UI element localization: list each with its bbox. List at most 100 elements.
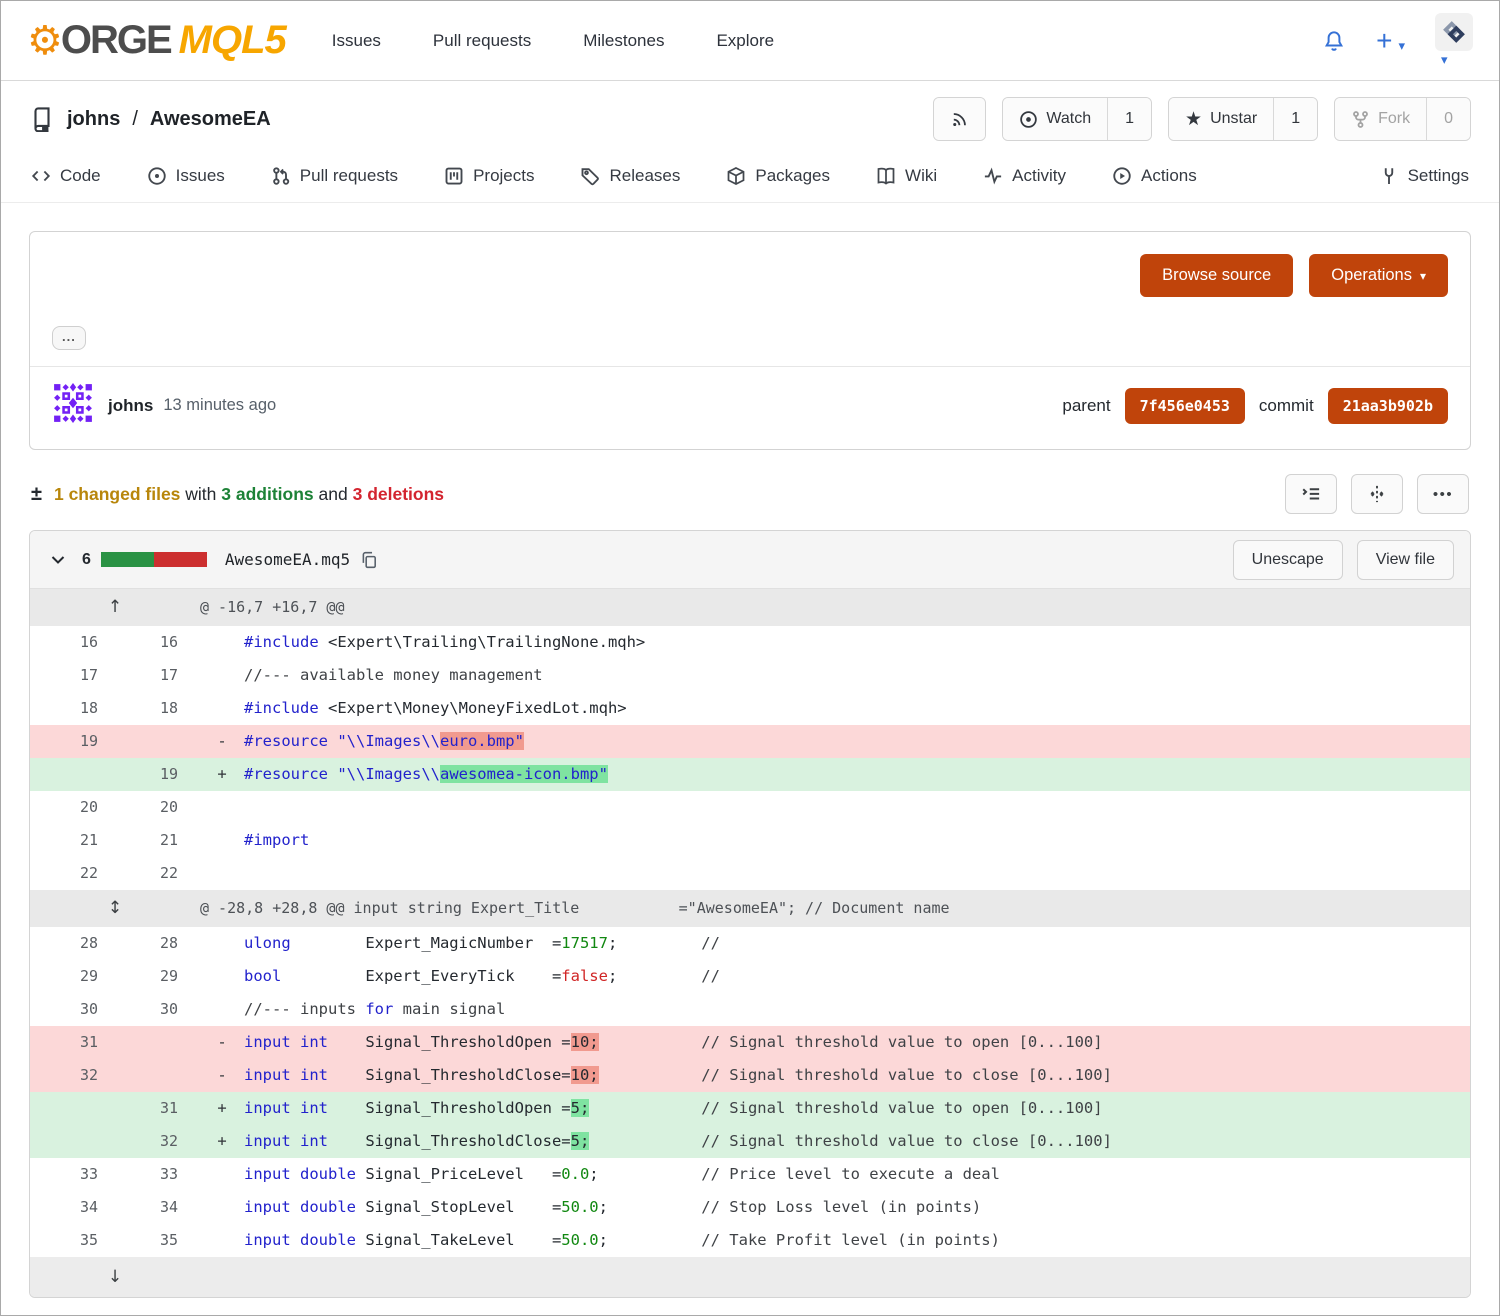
tab-packages[interactable]: Packages (726, 166, 830, 186)
operations-button[interactable]: Operations ▾ (1309, 254, 1448, 297)
new-line-number[interactable]: 30 (114, 993, 200, 1026)
file-tree-icon (1301, 484, 1321, 504)
star-count[interactable]: 1 (1273, 98, 1317, 140)
diff-marker: - (200, 1059, 244, 1092)
unescape-button[interactable]: Unescape (1233, 540, 1343, 580)
new-line-number[interactable]: 34 (114, 1191, 200, 1224)
old-line-number[interactable]: 31 (30, 1026, 114, 1059)
user-menu[interactable]: ▾ (1435, 13, 1473, 69)
author-avatar[interactable] (52, 382, 94, 429)
expand-commit-message-button[interactable]: ... (52, 326, 86, 350)
new-line-number[interactable]: 28 (114, 927, 200, 960)
collapse-file-button[interactable] (46, 548, 70, 572)
nav-link-pull-requests[interactable]: Pull requests (433, 31, 531, 51)
new-line-number[interactable] (114, 1059, 200, 1092)
old-line-number[interactable]: 33 (30, 1158, 114, 1191)
view-file-button[interactable]: View file (1357, 540, 1454, 580)
repo-name-link[interactable]: AwesomeEA (150, 108, 271, 131)
old-line-number[interactable] (30, 1092, 114, 1125)
tab-settings[interactable]: Settings (1379, 166, 1469, 186)
commit-author-name[interactable]: johns (108, 396, 153, 416)
repo-book-icon (29, 106, 55, 132)
copy-file-path-button[interactable] (360, 551, 378, 569)
diff-marker (200, 857, 244, 890)
old-line-number[interactable] (30, 758, 114, 791)
new-line-number[interactable] (114, 725, 200, 758)
old-line-number[interactable]: 17 (30, 659, 114, 692)
new-line-number[interactable]: 16 (114, 626, 200, 659)
split-view-button[interactable] (1351, 474, 1403, 514)
old-line-number[interactable]: 28 (30, 927, 114, 960)
diff-line-row: 2828ulong Expert_MagicNumber =17517; // (30, 927, 1470, 960)
old-line-number[interactable]: 20 (30, 791, 114, 824)
nav-link-issues[interactable]: Issues (332, 31, 381, 51)
tab-projects[interactable]: Projects (444, 166, 534, 186)
tab-wiki[interactable]: Wiki (876, 166, 937, 186)
old-line-number[interactable]: 30 (30, 993, 114, 1026)
repo-owner-link[interactable]: johns (67, 108, 120, 131)
new-line-number[interactable]: 22 (114, 857, 200, 890)
unstar-button[interactable]: ★ Unstar (1169, 98, 1273, 140)
ellipsis-icon: ••• (1433, 486, 1453, 503)
new-line-number[interactable]: 17 (114, 659, 200, 692)
old-line-number[interactable]: 18 (30, 692, 114, 725)
code-line: bool Expert_EveryTick =false; // (244, 960, 1470, 993)
diff-file-name[interactable]: AwesomeEA.mq5 (225, 550, 350, 569)
tab-issues[interactable]: Issues (147, 166, 225, 186)
chevron-down-icon: ▾ (1420, 269, 1426, 283)
old-line-number[interactable]: 22 (30, 857, 114, 890)
new-line-number[interactable]: 31 (114, 1092, 200, 1125)
watch-count[interactable]: 1 (1107, 98, 1151, 140)
old-line-number[interactable]: 34 (30, 1191, 114, 1224)
diff-line-row: 2121#import (30, 824, 1470, 857)
diff-line-row: 3434input double Signal_StopLevel =50.0;… (30, 1191, 1470, 1224)
file-diff-box: 6 AwesomeEA.mq5 Unescape View file ↑@ -1… (29, 530, 1471, 1298)
new-line-number[interactable]: 18 (114, 692, 200, 725)
expand-down-button[interactable]: ↓ (30, 1257, 200, 1297)
repo-separator: / (132, 108, 138, 131)
browse-source-button[interactable]: Browse source (1140, 254, 1293, 297)
fork-button[interactable]: Fork (1335, 98, 1426, 140)
tab-pull-requests[interactable]: Pull requests (271, 166, 398, 186)
tag-icon (580, 166, 600, 186)
fork-count[interactable]: 0 (1426, 98, 1470, 140)
old-line-number[interactable]: 19 (30, 725, 114, 758)
tab-releases[interactable]: Releases (580, 166, 680, 186)
notifications-bell-icon[interactable] (1322, 29, 1346, 53)
new-line-number[interactable]: 33 (114, 1158, 200, 1191)
nav-link-milestones[interactable]: Milestones (583, 31, 664, 51)
old-line-number[interactable]: 32 (30, 1059, 114, 1092)
old-line-number[interactable]: 21 (30, 824, 114, 857)
new-line-number[interactable]: 29 (114, 960, 200, 993)
nav-link-explore[interactable]: Explore (716, 31, 774, 51)
new-line-number[interactable]: 21 (114, 824, 200, 857)
file-tree-toggle-button[interactable] (1285, 474, 1337, 514)
commit-hash-button[interactable]: 21aa3b902b (1328, 388, 1448, 424)
tab-activity[interactable]: Activity (983, 166, 1066, 186)
expand-both-button[interactable]: ↕ (30, 890, 200, 927)
expand-up-button[interactable]: ↑ (30, 589, 200, 626)
diff-line-row: 31-input int Signal_ThresholdOpen =10; /… (30, 1026, 1470, 1059)
changed-files-text[interactable]: 1 changed files (54, 484, 180, 504)
create-new-button[interactable]: +▾ (1376, 27, 1405, 55)
new-line-number[interactable]: 35 (114, 1224, 200, 1257)
parent-hash-button[interactable]: 7f456e0453 (1125, 388, 1245, 424)
old-line-number[interactable]: 16 (30, 626, 114, 659)
old-line-number[interactable]: 29 (30, 960, 114, 993)
diff-marker: - (200, 1026, 244, 1059)
fork-icon (1351, 110, 1370, 129)
additions-text: 3 additions (221, 484, 313, 504)
old-line-number[interactable] (30, 1125, 114, 1158)
old-line-number[interactable]: 35 (30, 1224, 114, 1257)
tab-actions[interactable]: Actions (1112, 166, 1197, 186)
diff-options-button[interactable]: ••• (1417, 474, 1469, 514)
new-line-number[interactable]: 32 (114, 1125, 200, 1158)
watch-button[interactable]: Watch (1003, 98, 1107, 140)
forge-mql5-logo[interactable]: ⚙ ORGE MQL5 (27, 18, 286, 63)
rss-button[interactable] (934, 98, 985, 140)
tab-code[interactable]: Code (31, 166, 101, 186)
fork-button-group: Fork 0 (1334, 97, 1471, 141)
new-line-number[interactable]: 19 (114, 758, 200, 791)
new-line-number[interactable] (114, 1026, 200, 1059)
new-line-number[interactable]: 20 (114, 791, 200, 824)
